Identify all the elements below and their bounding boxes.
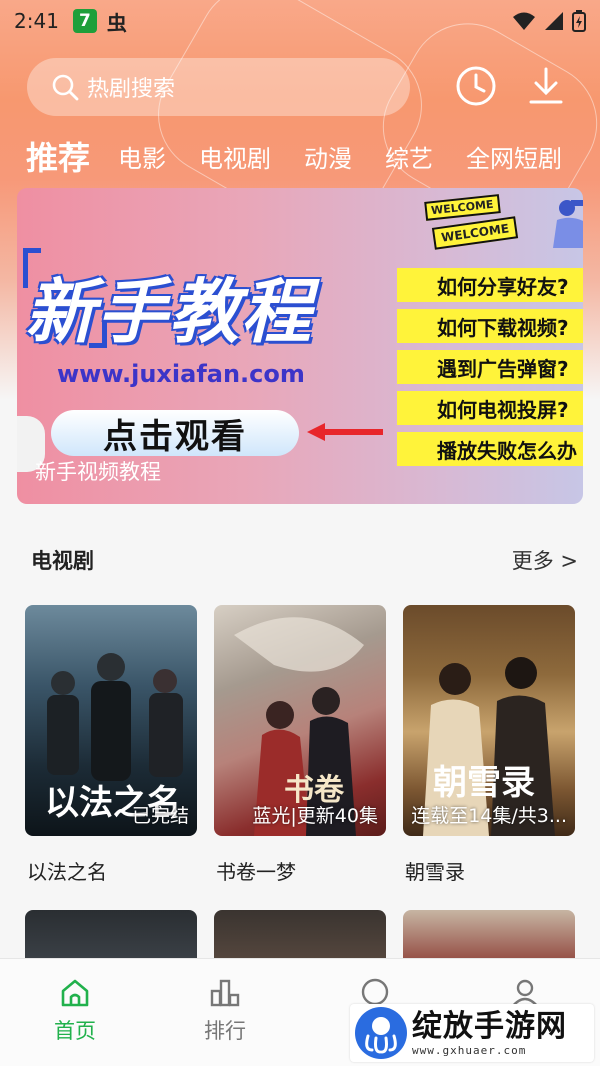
home-icon [61,979,89,1007]
nav-ranking[interactable]: 排行 [150,959,300,1055]
faq-item: 如何电视投屏? [397,391,583,425]
tab-recommend[interactable]: 推荐 [26,133,90,179]
show-poster[interactable]: 朝雪录 连载至14集/共3... [403,605,575,836]
ranking-icon [210,979,240,1007]
tab-anime[interactable]: 动漫 [304,139,352,174]
nav-label: 排行 [204,1019,246,1043]
status-badge: 已完结 [131,805,189,827]
watch-button[interactable]: 点击观看 [51,410,299,457]
status-badge: 连载至14集/共3... [411,805,567,827]
faq-item: 播放失败怎么办 [397,432,583,466]
download-icon[interactable] [524,64,568,108]
octopus-logo [355,1007,407,1059]
search-icon [52,74,79,101]
faq-item: 如何分享好友? [397,268,583,302]
tab-movies[interactable]: 电影 [118,139,166,174]
category-tabs: 推荐 电影 电视剧 动漫 综艺 全网短剧 [26,132,595,180]
tab-tv-series[interactable]: 电视剧 [199,139,271,174]
nav-home[interactable]: 首页 [0,959,150,1055]
welcome-tag: WELCOME [431,216,519,250]
show-card[interactable]: 书卷 蓝光|更新40集 书卷一梦 [214,605,386,885]
status-time: 2:41 [14,9,59,33]
app-notification-icon: 7 [72,9,97,33]
show-poster[interactable]: 书卷 蓝光|更新40集 [214,605,386,836]
battery-icon [572,10,586,32]
section-title: 电视剧 [31,549,94,573]
more-link[interactable]: 更多 > [512,545,578,575]
faq-list: 如何分享好友? 如何下载视频? 遇到广告弹窗? 如何电视投屏? 播放失败怎么办 [397,268,583,473]
status-badge: 蓝光|更新40集 [252,805,378,827]
nav-label: 首页 [54,1019,96,1043]
banner-url: www.juxiafan.com [57,360,305,388]
show-poster[interactable]: 以法之名 已完结 [25,605,197,836]
status-bar: 2:41 7 虫 [0,0,600,42]
site-watermark: 绽放手游网 www.gxhuaer.com [350,1004,594,1062]
clock-icon[interactable] [454,64,498,108]
tab-variety[interactable]: 综艺 [385,139,433,174]
faq-item: 遇到广告弹窗? [397,350,583,384]
search-input[interactable]: 热剧搜索 [27,58,410,116]
arrow-left-icon [307,423,383,441]
signal-icon [545,12,563,30]
wifi-icon [513,12,535,30]
faq-item: 如何下载视频? [397,309,583,343]
tab-short-drama[interactable]: 全网短剧 [466,139,562,174]
poster-title: 朝雪录 [433,763,535,803]
show-name[interactable]: 以法之名 [25,856,197,885]
welcome-tag: WELCOME [424,194,501,221]
tutorial-banner[interactable]: 新手教程 www.juxiafan.com 点击观看 新手视频教程 WELCOM… [17,188,583,504]
show-name[interactable]: 书卷一梦 [214,856,386,885]
show-name[interactable]: 朝雪录 [403,856,575,885]
watermark-url: www.gxhuaer.com [412,1043,527,1057]
banner-caption: 新手视频教程 [35,460,161,484]
show-card[interactable]: 以法之名 已完结 以法之名 [25,605,197,885]
watermark-title: 绽放手游网 [412,1008,567,1044]
bug-notification-icon: 虫 [106,10,127,35]
banner-title: 新手教程 [25,271,313,353]
search-placeholder: 热剧搜索 [87,77,176,102]
person-illustration [553,200,583,248]
show-card[interactable]: 朝雪录 连载至14集/共3... 朝雪录 [403,605,575,885]
